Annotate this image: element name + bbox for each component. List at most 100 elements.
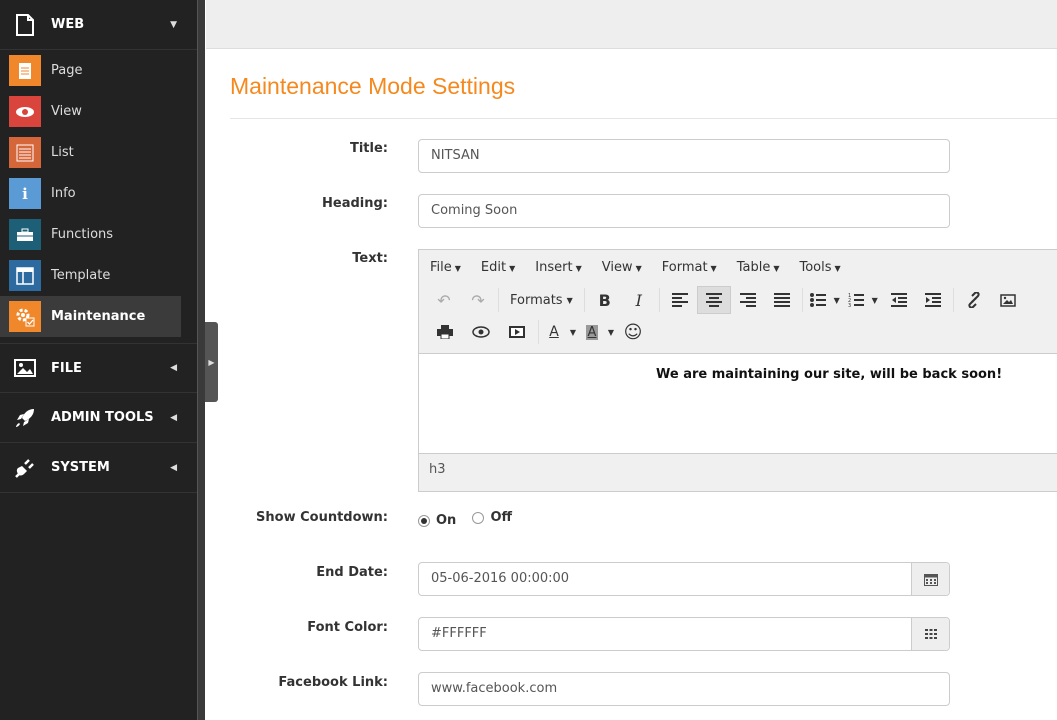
facebook-input[interactable]: www.facebook.com — [418, 672, 950, 706]
align-right-icon[interactable] — [731, 286, 765, 314]
menu-file[interactable]: File ▼ — [430, 260, 461, 275]
sidebar-item-maintenance[interactable]: Maintenance — [0, 296, 181, 337]
sidebar: WEB ▼ Page View List i Info Functions Te… — [0, 0, 197, 720]
calendar-icon — [923, 573, 938, 586]
caret-down-icon: ▼ — [834, 263, 841, 273]
menu-edit[interactable]: Edit ▼ — [481, 260, 515, 275]
bold-icon[interactable]: B — [588, 286, 622, 314]
formats-label: Formats — [510, 292, 563, 308]
editor-content-area[interactable]: We are maintaining our site, will be bac… — [419, 353, 1057, 454]
menu-table[interactable]: Table ▼ — [737, 260, 780, 275]
sidebar-item-label: View — [51, 104, 82, 119]
image-icon — [12, 355, 38, 381]
font-color-label: Font Color: — [307, 620, 388, 635]
bullet-list-icon[interactable] — [806, 286, 830, 314]
caret-down-icon: ▼ — [509, 263, 516, 273]
outdent-icon[interactable] — [882, 286, 916, 314]
sidebar-section-label: WEB — [51, 17, 85, 32]
caret-down-icon[interactable]: ▼ — [566, 318, 580, 346]
text-label: Text: — [352, 251, 388, 266]
sidebar-item-label: Page — [51, 63, 83, 78]
editor-menubar: File ▼ Edit ▼ Insert ▼ View ▼ Format ▼ Table ▼… — [419, 250, 1057, 284]
print-icon[interactable] — [427, 318, 463, 346]
sidebar-item-functions[interactable]: Functions — [0, 214, 197, 255]
menu-label: File — [430, 259, 452, 275]
svg-text:3: 3 — [848, 303, 851, 307]
media-icon[interactable] — [499, 318, 535, 346]
page-icon — [9, 55, 41, 86]
align-center-icon[interactable] — [696, 286, 731, 314]
align-justify-icon[interactable] — [765, 286, 799, 314]
sidebar-section-label: ADMIN TOOLS — [51, 410, 154, 425]
rocket-icon — [12, 405, 38, 431]
image-icon[interactable] — [991, 286, 1025, 314]
countdown-off-radio[interactable]: Off — [472, 510, 512, 525]
preview-eye-icon[interactable] — [463, 318, 499, 346]
main-content: Maintenance Mode Settings Title: NITSAN … — [230, 49, 1057, 706]
background-color-icon[interactable]: A — [580, 318, 604, 346]
font-color-input[interactable]: #FFFFFF — [431, 626, 487, 641]
align-left-icon[interactable] — [663, 286, 697, 314]
link-icon[interactable] — [957, 286, 991, 314]
formats-dropdown[interactable]: Formats ▼ — [502, 286, 581, 314]
sidebar-item-page[interactable]: Page — [0, 50, 197, 91]
color-picker-button[interactable] — [911, 618, 949, 650]
undo-icon[interactable]: ↶ — [427, 286, 461, 314]
menu-format[interactable]: Format ▼ — [662, 260, 717, 275]
sidebar-item-template[interactable]: Template — [0, 255, 197, 296]
sidebar-item-info[interactable]: i Info — [0, 173, 197, 214]
end-date-input-group: 05-06-2016 00:00:00 — [418, 562, 950, 596]
page-title: Maintenance Mode Settings — [230, 73, 1057, 119]
sidebar-section-admin-tools[interactable]: ADMIN TOOLS ◀ — [0, 393, 197, 443]
caret-down-icon: ▼ — [566, 295, 573, 305]
indent-icon[interactable] — [916, 286, 950, 314]
end-date-input[interactable]: 05-06-2016 00:00:00 — [431, 571, 569, 586]
radio-unchecked-icon — [472, 511, 485, 524]
sidebar-item-label: Info — [51, 186, 76, 201]
editor-content-heading: We are maintaining our site, will be bac… — [656, 367, 1003, 382]
sidebar-section-system[interactable]: SYSTEM ◀ — [0, 443, 197, 493]
countdown-on-radio[interactable]: On — [418, 513, 456, 528]
rich-text-editor[interactable]: File ▼ Edit ▼ Insert ▼ View ▼ Format ▼ Table ▼… — [418, 249, 1057, 492]
list-icon — [9, 137, 41, 168]
grid-icon — [924, 629, 937, 639]
plug-icon — [12, 455, 38, 481]
menu-label: Edit — [480, 259, 507, 275]
sidebar-collapse-handle[interactable]: ▶ — [205, 322, 218, 402]
sidebar-item-label: Functions — [51, 227, 114, 242]
briefcase-icon — [9, 219, 41, 250]
toolbar-separator — [658, 288, 660, 312]
menu-label: Table — [736, 259, 771, 275]
radio-label: Off — [490, 510, 513, 525]
editor-toolbar-row-1: ↶ ↷ Formats ▼ B I ▼ 123 ▼ — [419, 284, 1057, 316]
emoticon-icon[interactable]: ☺ — [618, 318, 648, 346]
caret-down-icon: ▼ — [710, 263, 717, 273]
text-color-icon[interactable]: A — [542, 318, 566, 346]
sidebar-item-view[interactable]: View — [0, 91, 197, 132]
sidebar-item-list[interactable]: List — [0, 132, 197, 173]
editor-toolbar-row-2: A ▼ A ▼ ☺ — [419, 316, 1057, 348]
radio-checked-icon — [418, 514, 430, 527]
title-input[interactable]: NITSAN — [418, 139, 950, 173]
title-label: Title: — [349, 141, 388, 156]
info-icon: i — [9, 178, 41, 209]
caret-down-icon[interactable]: ▼ — [830, 286, 844, 314]
caret-down-icon[interactable]: ▼ — [604, 318, 618, 346]
sidebar-section-web[interactable]: WEB ▼ — [0, 0, 197, 50]
italic-icon[interactable]: I — [622, 286, 656, 314]
caret-down-icon[interactable]: ▼ — [868, 286, 882, 314]
sidebar-item-label: Maintenance — [51, 309, 146, 324]
numbered-list-icon[interactable]: 123 — [844, 286, 868, 314]
menu-insert[interactable]: Insert ▼ — [535, 260, 581, 275]
sidebar-section-label: FILE — [51, 360, 82, 376]
sidebar-web-items: Page View List i Info Functions Template… — [0, 50, 197, 343]
calendar-button[interactable] — [911, 563, 949, 595]
menu-tools[interactable]: Tools ▼ — [799, 260, 840, 275]
template-icon — [9, 260, 41, 291]
menu-view[interactable]: View ▼ — [602, 260, 642, 275]
sidebar-section-file[interactable]: FILE ◀ — [0, 343, 197, 393]
chevron-left-icon: ◀ — [170, 363, 177, 373]
heading-input[interactable]: Coming Soon — [418, 194, 950, 228]
redo-icon[interactable]: ↷ — [461, 286, 495, 314]
menu-label: View — [601, 259, 633, 275]
